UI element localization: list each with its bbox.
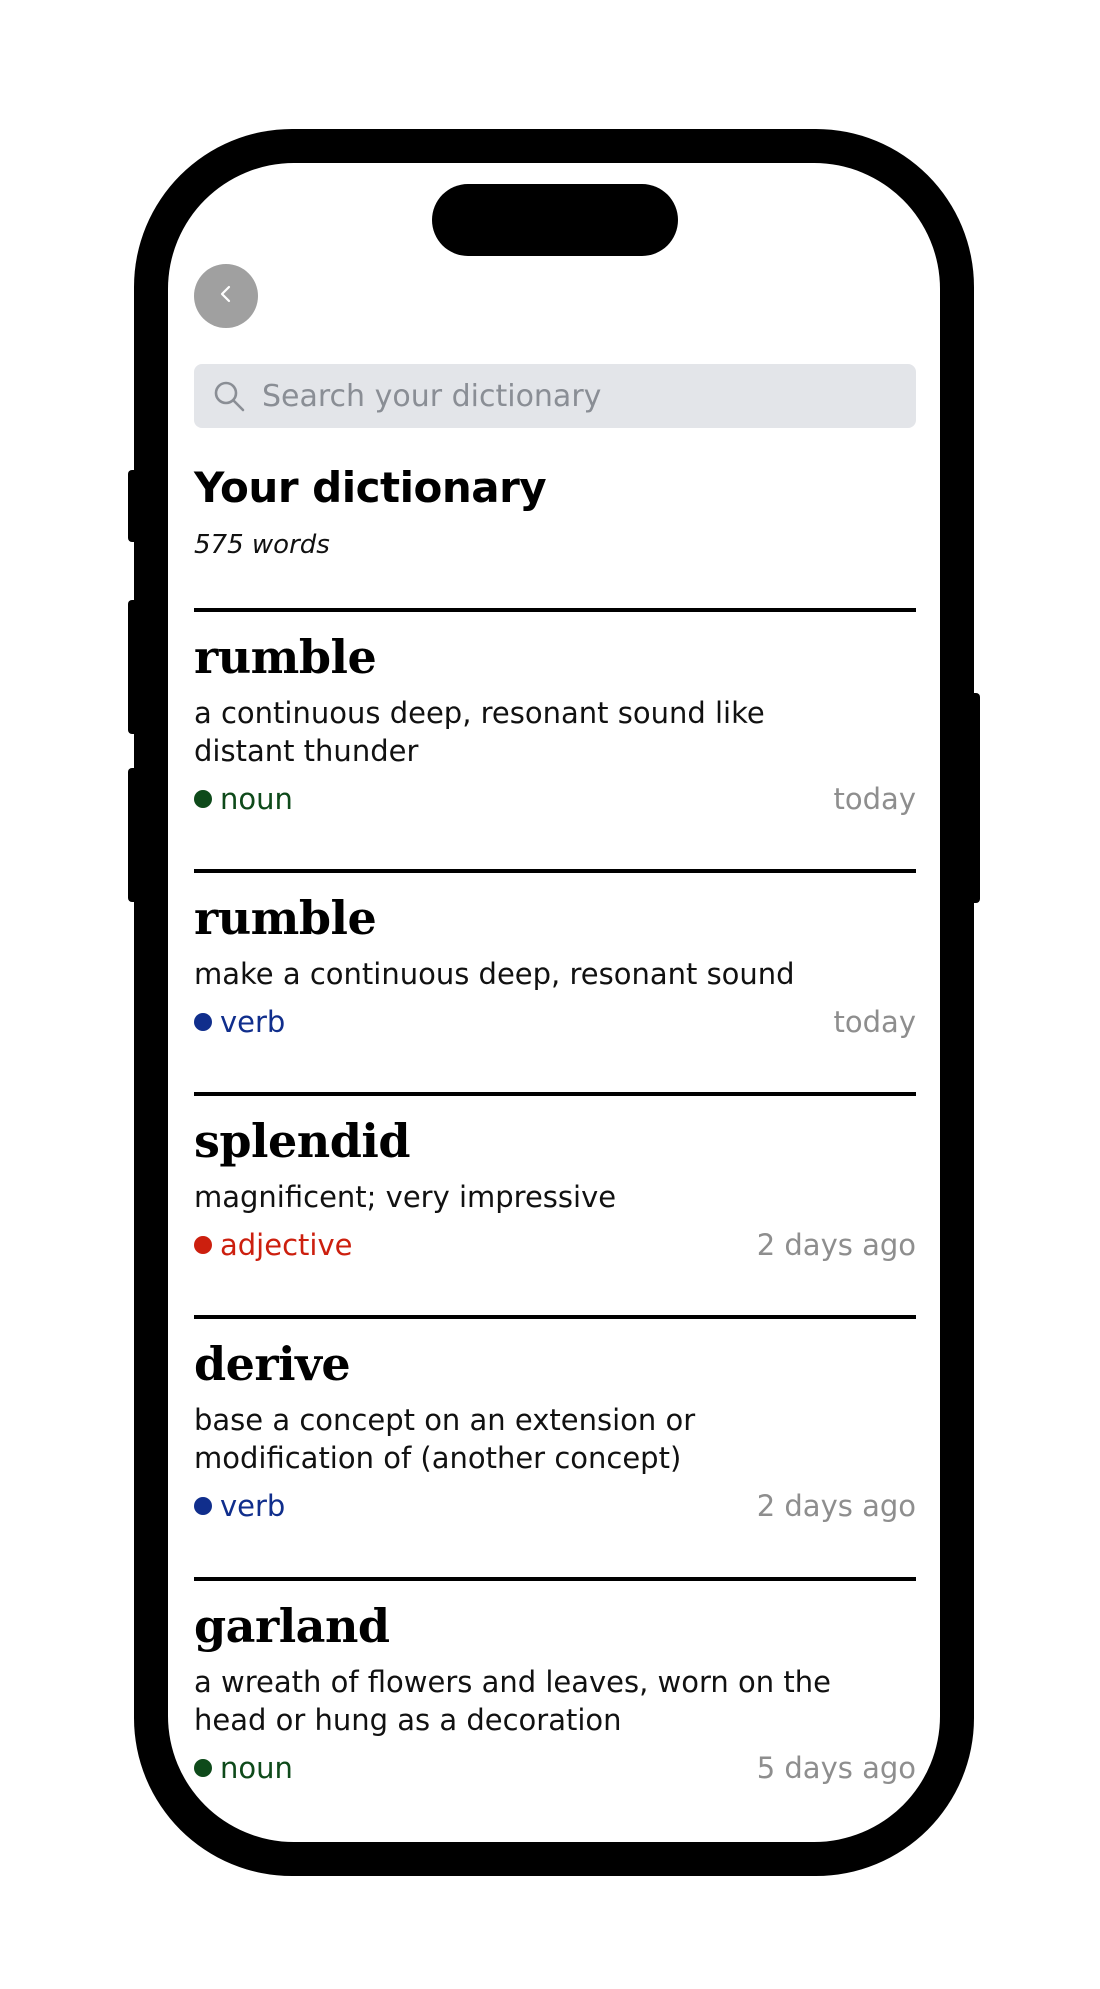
search-icon [212,379,246,413]
part-of-speech-label: verb [220,1005,286,1039]
search-bar[interactable] [194,364,916,428]
chevron-left-icon [216,282,236,311]
part-of-speech-badge: adjective [194,1228,352,1262]
noun-dot-icon [194,790,212,808]
phone-frame: Your dictionary 575 words rumble a conti… [134,129,974,1876]
search-input[interactable] [262,378,882,414]
part-of-speech-badge: noun [194,1751,293,1785]
verb-dot-icon [194,1013,212,1031]
part-of-speech-label: noun [220,1751,293,1785]
part-of-speech-badge: verb [194,1489,285,1523]
part-of-speech-label: adjective [220,1228,353,1262]
back-button[interactable] [194,264,258,328]
verb-dot-icon [194,1497,212,1515]
entry-definition: make a continuous deep, resonant sound [194,957,795,991]
word-count: 575 words [194,530,330,560]
added-timestamp: 2 days ago [756,1489,916,1523]
dictionary-entry[interactable]: splendid magnificent; very impressive ad… [194,1092,916,1318]
part-of-speech-label: noun [220,782,293,816]
entry-definition: a continuous deep, resonant sound like d… [194,696,765,768]
part-of-speech-badge: verb [194,1005,285,1039]
part-of-speech-badge: noun [194,782,293,816]
entry-word: rumble [194,891,377,945]
entry-definition: base a concept on an extension or modifi… [194,1403,696,1475]
added-timestamp: today [833,1005,916,1039]
added-timestamp: 2 days ago [756,1228,916,1262]
part-of-speech-label: verb [220,1489,286,1523]
entry-word: rumble [194,630,377,684]
adjective-dot-icon [194,1236,212,1254]
screen: Your dictionary 575 words rumble a conti… [168,163,940,1842]
entry-word: garland [194,1599,390,1653]
entry-definition: magnificent; very impressive [194,1180,617,1214]
entry-word: splendid [194,1114,411,1168]
dictionary-entry[interactable]: derive base a concept on an extension or… [194,1315,916,1579]
entry-definition: a wreath of flowers and leaves, worn on … [194,1665,831,1737]
dictionary-entry[interactable]: garland a wreath of flowers and leaves, … [194,1577,916,1841]
page-title: Your dictionary [194,463,547,512]
added-timestamp: today [833,782,916,816]
dictionary-entry[interactable]: rumble a continuous deep, resonant sound… [194,608,916,872]
entry-word: derive [194,1337,351,1391]
noun-dot-icon [194,1759,212,1777]
dictionary-entry[interactable]: rumble make a continuous deep, resonant … [194,869,916,1095]
added-timestamp: 5 days ago [756,1751,916,1785]
dynamic-island [432,184,678,256]
